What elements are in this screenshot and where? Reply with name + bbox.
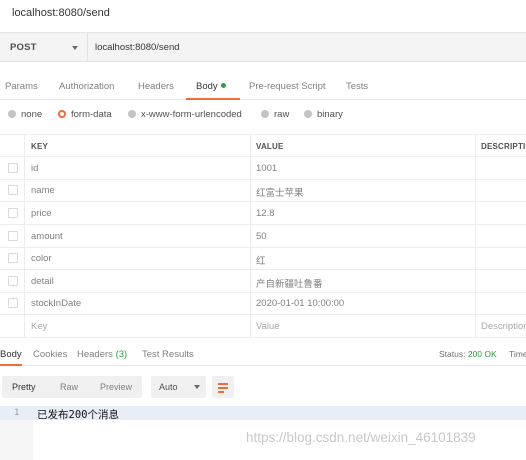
tab-body-label: Body (196, 81, 218, 92)
response-tab-headers[interactable]: Headers (3) (77, 349, 127, 360)
param-value[interactable]: 产自新疆吐鲁番 (256, 276, 323, 290)
radio-form-data-label: form-data (71, 109, 112, 120)
table-row: stockInDate 2020-01-01 10:00:00 (0, 292, 526, 315)
column-header-key: KEY (31, 142, 49, 151)
table-row: color 红 (0, 247, 526, 270)
tab-body[interactable]: Body (196, 81, 226, 92)
description-placeholder-input[interactable]: Description (481, 321, 526, 332)
language-select[interactable]: Auto (151, 376, 206, 398)
param-key[interactable]: detail (31, 276, 54, 287)
param-value[interactable]: 12.8 (256, 208, 275, 219)
radio-x-www-form-urlencoded[interactable]: x-www-form-urlencoded (128, 109, 242, 120)
mode-preview-button[interactable]: Preview (100, 382, 132, 392)
param-value[interactable]: 50 (256, 231, 267, 242)
radio-binary-label: binary (317, 109, 343, 120)
radio-none[interactable]: none (8, 109, 42, 120)
mode-pretty-button[interactable]: Pretty (12, 382, 36, 392)
param-key[interactable]: price (31, 208, 52, 219)
tab-authorization[interactable]: Authorization (59, 81, 114, 92)
radio-selected-icon (58, 110, 66, 118)
param-value[interactable]: 红 (256, 253, 266, 267)
radio-circle-icon (8, 110, 16, 118)
value-placeholder-input[interactable]: Value (256, 321, 280, 332)
active-response-tab-indicator (0, 364, 22, 366)
column-divider (475, 134, 476, 338)
row-checkbox[interactable] (8, 298, 18, 308)
param-key[interactable]: id (31, 163, 38, 174)
row-checkbox[interactable] (8, 163, 18, 173)
wrap-lines-button[interactable] (212, 376, 234, 398)
tab-tests[interactable]: Tests (346, 81, 368, 92)
tab-params[interactable]: Params (5, 81, 38, 92)
watermark: https://blog.csdn.net/weixin_46101839 (246, 430, 476, 445)
table-row: name 红富士苹果 (0, 179, 526, 202)
table-header: KEY VALUE DESCRIPTION (0, 134, 526, 157)
param-key[interactable]: name (31, 185, 55, 196)
tab-headers[interactable]: Headers (138, 81, 174, 92)
row-checkbox[interactable] (8, 276, 18, 286)
status-label: Status: (439, 349, 466, 359)
language-label: Auto (159, 382, 178, 392)
table-row: detail 产自新疆吐鲁番 (0, 270, 526, 293)
row-checkbox[interactable] (8, 231, 18, 241)
wrap-lines-icon (218, 383, 228, 385)
response-tab-body[interactable]: Body (0, 349, 22, 360)
row-checkbox[interactable] (8, 185, 18, 195)
row-checkbox[interactable] (8, 253, 18, 263)
param-key[interactable]: amount (31, 231, 63, 242)
url-input[interactable]: localhost:8080/send (88, 32, 526, 62)
radio-urlencoded-label: x-www-form-urlencoded (141, 109, 242, 120)
radio-raw-label: raw (274, 109, 290, 120)
column-header-value: VALUE (256, 142, 284, 151)
response-format-bar: Pretty Raw Preview Auto (0, 376, 526, 398)
status-value: 200 OK (467, 349, 497, 359)
radio-circle-icon (304, 110, 312, 118)
window-title: localhost:8080/send (12, 7, 110, 19)
radio-raw[interactable]: raw (261, 109, 289, 120)
view-mode-segmented: Pretty Raw Preview (2, 376, 142, 398)
active-tab-indicator (186, 98, 240, 100)
table-row: amount 50 (0, 225, 526, 248)
tab-pre-request-script[interactable]: Pre-request Script (249, 81, 326, 92)
table-row-placeholder: Key Value Description (0, 315, 526, 338)
radio-none-label: none (21, 109, 43, 120)
radio-form-data[interactable]: form-data (58, 109, 112, 120)
line-number: 1 (14, 408, 20, 418)
response-text: 已发布200个消息 (37, 409, 119, 421)
method-label: POST (10, 42, 37, 53)
status-info: Status: 200 OK (439, 349, 497, 359)
chevron-down-icon (72, 46, 78, 50)
radio-binary[interactable]: binary (304, 109, 343, 120)
response-tab-test-results[interactable]: Test Results (142, 349, 194, 360)
column-header-description: DESCRIPTION (481, 142, 526, 151)
column-divider (24, 134, 25, 338)
radio-circle-icon (261, 110, 269, 118)
body-type-radios: none form-data x-www-form-urlencoded raw… (0, 108, 526, 124)
row-checkbox[interactable] (8, 208, 18, 218)
response-body-editor[interactable]: 1 已发布200个消息 https://blog.csdn.net/weixin… (0, 406, 526, 460)
param-value[interactable]: 1001 (256, 163, 277, 174)
headers-count: (3) (115, 349, 128, 360)
table-row: price 12.8 (0, 202, 526, 225)
mode-raw-button[interactable]: Raw (60, 382, 78, 392)
column-divider (250, 134, 251, 338)
request-url-bar: POST localhost:8080/send (0, 32, 526, 62)
time-label: Time (509, 349, 526, 359)
param-value[interactable]: 2020-01-01 10:00:00 (256, 298, 344, 309)
url-text: localhost:8080/send (95, 42, 180, 53)
method-select[interactable]: POST (0, 32, 88, 62)
chevron-down-icon (194, 385, 200, 389)
response-tab-cookies[interactable]: Cookies (33, 349, 67, 360)
param-key[interactable]: stockInDate (31, 298, 81, 309)
radio-circle-icon (128, 110, 136, 118)
param-value[interactable]: 红富士苹果 (256, 185, 304, 199)
response-tabs: Body Cookies Headers (3) Test Results St… (0, 344, 526, 366)
green-dot-icon (220, 83, 226, 88)
table-row: id 1001 (0, 157, 526, 180)
request-tabs: Params Authorization Headers Body Pre-re… (0, 76, 526, 100)
param-key[interactable]: color (31, 253, 52, 264)
response-tab-headers-label: Headers (77, 349, 113, 360)
key-placeholder-input[interactable]: Key (31, 321, 47, 332)
